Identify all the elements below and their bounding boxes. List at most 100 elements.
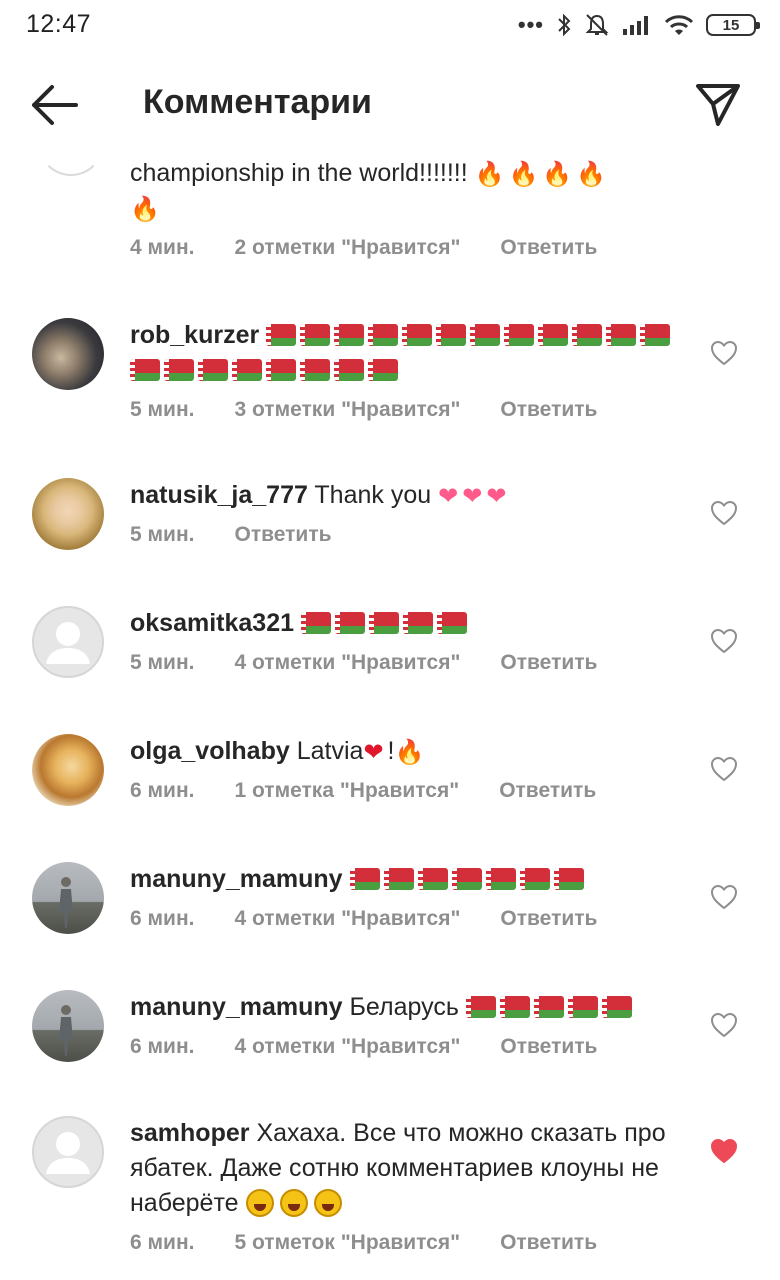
belarus-flag-icon (300, 324, 331, 346)
belarus-flag-icon (266, 359, 296, 381)
avatar[interactable] (32, 1116, 104, 1188)
comment-text: Latvia (296, 737, 364, 765)
comment-time: 4 мин. (130, 236, 195, 259)
reply-button[interactable]: Ответить (500, 398, 597, 422)
comment-text: Thank you (314, 481, 432, 509)
comment-username[interactable]: olga_volhaby (130, 737, 290, 765)
belarus-flag-icon (451, 868, 482, 890)
heart-outline-icon[interactable] (710, 884, 738, 910)
belarus-flag-icon (334, 612, 365, 634)
heart-emoji-icon: ❤ (438, 483, 459, 510)
heart-filled-icon[interactable] (710, 1138, 738, 1164)
heart-outline-icon[interactable] (710, 1012, 738, 1038)
reply-button[interactable]: Ответить (500, 651, 597, 675)
comment-text: championship in the world!!!!!!! (130, 159, 475, 187)
likes-count[interactable]: 3 отметки "Нравится" (234, 398, 460, 422)
back-button[interactable] (28, 82, 82, 128)
belarus-flag-icon (504, 324, 535, 346)
comments-list[interactable]: championship in the world!!!!!!! 🔥 🔥 🔥 🔥 🔥 4… (0, 150, 780, 1280)
belarus-flag-icon (436, 324, 467, 346)
comment-meta: 6 мин. 4 отметки "Нравится" Ответить (130, 1035, 690, 1059)
belarus-flag-icon (266, 324, 297, 346)
comment-time: 5 мин. (130, 651, 195, 674)
belarus-flag-icon (606, 324, 637, 346)
belarus-flag-icon (640, 324, 671, 346)
belarus-flag-icon (465, 996, 496, 1018)
comment-body: championship in the world!!!!!!! 🔥 🔥 🔥 🔥 🔥 4… (130, 156, 690, 260)
send-button[interactable] (694, 80, 742, 128)
avatar[interactable] (32, 990, 104, 1062)
belarus-flag-icon (198, 359, 228, 381)
wifi-icon (664, 15, 694, 35)
rofl-emoji-icon (313, 1189, 342, 1217)
reply-button[interactable]: Ответить (500, 1035, 597, 1059)
comment-body: samhoper Хахаха. Все что можно сказать п… (130, 1116, 690, 1255)
reply-button[interactable]: Ответить (500, 236, 597, 260)
comment-meta: 5 мин. 3 отметки "Нравится" Ответить (130, 398, 690, 422)
comment-text-block: samhoper Хахаха. Все что можно сказать п… (130, 1116, 690, 1221)
heart-outline-icon[interactable] (710, 340, 738, 366)
likes-count[interactable]: 4 отметки "Нравится" (234, 651, 460, 675)
likes-count[interactable]: 1 отметка "Нравится" (234, 779, 459, 803)
fire-emoji-icon: 🔥 (576, 161, 607, 188)
avatar[interactable] (32, 734, 104, 806)
comment-username[interactable]: natusik_ja_777 (130, 481, 308, 509)
fire-emoji-icon: 🔥 (474, 161, 505, 188)
likes-count[interactable]: 4 отметки "Нравится" (234, 907, 460, 931)
comment-username[interactable]: samhoper (130, 1119, 249, 1147)
bluetooth-icon (558, 13, 571, 37)
heart-outline-icon[interactable] (710, 756, 738, 782)
arrow-left-icon (32, 85, 78, 125)
comment-body: olga_volhaby Latvia❤ !🔥 6 мин. 1 отметка … (130, 734, 690, 803)
comment-username[interactable]: rob_kurzer (130, 321, 259, 349)
fire-emoji-icon: 🔥 (508, 161, 539, 188)
signal-icon (623, 16, 648, 35)
belarus-flag-icon (349, 868, 380, 890)
belarus-flag-icon (485, 868, 516, 890)
battery-level: 15 (722, 16, 740, 34)
belarus-flag-icon (334, 359, 364, 381)
belarus-flag-icon (601, 996, 632, 1018)
comment-body: manuny_mamuny Беларусь 6 мин. 4 отметки … (130, 990, 690, 1059)
fire-emoji-icon: 🔥 (130, 196, 160, 223)
avatar[interactable] (32, 862, 104, 934)
status-bar: 12:47 ••• 15 (0, 0, 780, 50)
avatar[interactable] (32, 606, 104, 678)
likes-count[interactable]: 4 отметки "Нравится" (234, 1035, 460, 1059)
comment-text-block: championship in the world!!!!!!! 🔥 🔥 🔥 🔥 🔥 (130, 156, 690, 226)
reply-button[interactable]: Ответить (499, 779, 596, 803)
likes-count[interactable]: 2 отметки "Нравится" (234, 236, 460, 260)
bell-off-icon (585, 14, 609, 36)
avatar[interactable] (32, 318, 104, 390)
heart-outline-icon[interactable] (710, 500, 738, 526)
belarus-flag-icon (164, 359, 194, 381)
comment-username[interactable]: manuny_mamuny (130, 865, 343, 893)
likes-count[interactable]: 5 отметок "Нравится" (234, 1231, 460, 1255)
comment-username[interactable]: manuny_mamuny (130, 993, 343, 1021)
heart-emoji-icon: ❤ (486, 483, 507, 510)
belarus-flag-icon (368, 324, 399, 346)
belarus-flag-icon (130, 359, 160, 381)
comment-meta: 5 мин. 4 отметки "Нравится" Ответить (130, 651, 690, 675)
default-user-icon (46, 1132, 90, 1174)
paper-plane-icon (696, 84, 740, 126)
comment-time: 5 мин. (130, 398, 195, 421)
belarus-flag-icon (436, 612, 467, 634)
comment-meta: 6 мин. 5 отметок "Нравится" Ответить (130, 1231, 690, 1255)
reply-button[interactable]: Ответить (234, 523, 331, 547)
reply-button[interactable]: Ответить (500, 907, 597, 931)
heart-outline-icon[interactable] (710, 628, 738, 654)
belarus-flag-icon (368, 359, 398, 381)
status-time: 12:47 (26, 10, 92, 38)
avatar (38, 150, 104, 176)
belarus-flag-icon (334, 324, 365, 346)
person-silhouette-icon (59, 1005, 73, 1056)
belarus-flag-icon (538, 324, 569, 346)
comment-username[interactable]: oksamitka321 (130, 609, 294, 637)
avatar[interactable] (32, 478, 104, 550)
belarus-flag-icon (417, 868, 448, 890)
comment-time: 6 мин. (130, 1035, 195, 1058)
reply-button[interactable]: Ответить (500, 1231, 597, 1255)
battery-icon: 15 (706, 14, 760, 36)
belarus-flag-icon (470, 324, 501, 346)
